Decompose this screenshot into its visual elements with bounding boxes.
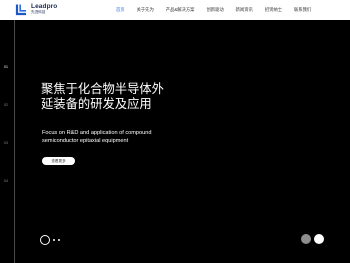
nav-item-products[interactable]: 产品&解决方案 xyxy=(166,7,195,13)
hero-subtitle: Focus on R&D and application of compound… xyxy=(42,130,152,144)
carousel-dot[interactable] xyxy=(53,239,55,241)
side-rail-line xyxy=(14,20,15,263)
rail-number-02[interactable]: 02 xyxy=(4,103,12,107)
carousel-prev-button[interactable] xyxy=(301,234,311,244)
carousel-pagination xyxy=(40,235,60,245)
view-more-button[interactable]: 查看更多 xyxy=(42,157,75,165)
main-nav: 首页 关于先为 产品&解决方案 创新驱动 新闻资讯 招贤纳士 联系我们 xyxy=(116,0,311,20)
leadpro-logo-icon xyxy=(15,4,26,16)
rail-number-04[interactable]: 04 xyxy=(4,179,12,183)
hero-title: 聚焦于化合物半导体外延装备的研发及应用 xyxy=(41,82,164,112)
carousel-dot[interactable] xyxy=(58,239,60,241)
brand-logo[interactable]: Leadpro 先进科技 xyxy=(15,3,57,16)
nav-item-careers[interactable]: 招贤纳士 xyxy=(265,7,282,13)
nav-item-news[interactable]: 新闻资讯 xyxy=(236,7,253,13)
nav-item-contact[interactable]: 联系我们 xyxy=(294,7,311,13)
brand-subtitle: 先进科技 xyxy=(31,10,46,15)
rail-number-01[interactable]: 01 xyxy=(4,65,12,69)
nav-item-home[interactable]: 首页 xyxy=(116,7,125,13)
carousel-dot-active[interactable] xyxy=(40,235,50,245)
rail-number-03[interactable]: 03 xyxy=(4,141,12,145)
carousel-next-button[interactable] xyxy=(314,234,324,244)
nav-item-about[interactable]: 关于先为 xyxy=(137,7,154,13)
nav-item-innovation[interactable]: 创新驱动 xyxy=(206,7,223,13)
site-header: Leadpro 先进科技 首页 关于先为 产品&解决方案 创新驱动 新闻资讯 招… xyxy=(0,0,350,20)
